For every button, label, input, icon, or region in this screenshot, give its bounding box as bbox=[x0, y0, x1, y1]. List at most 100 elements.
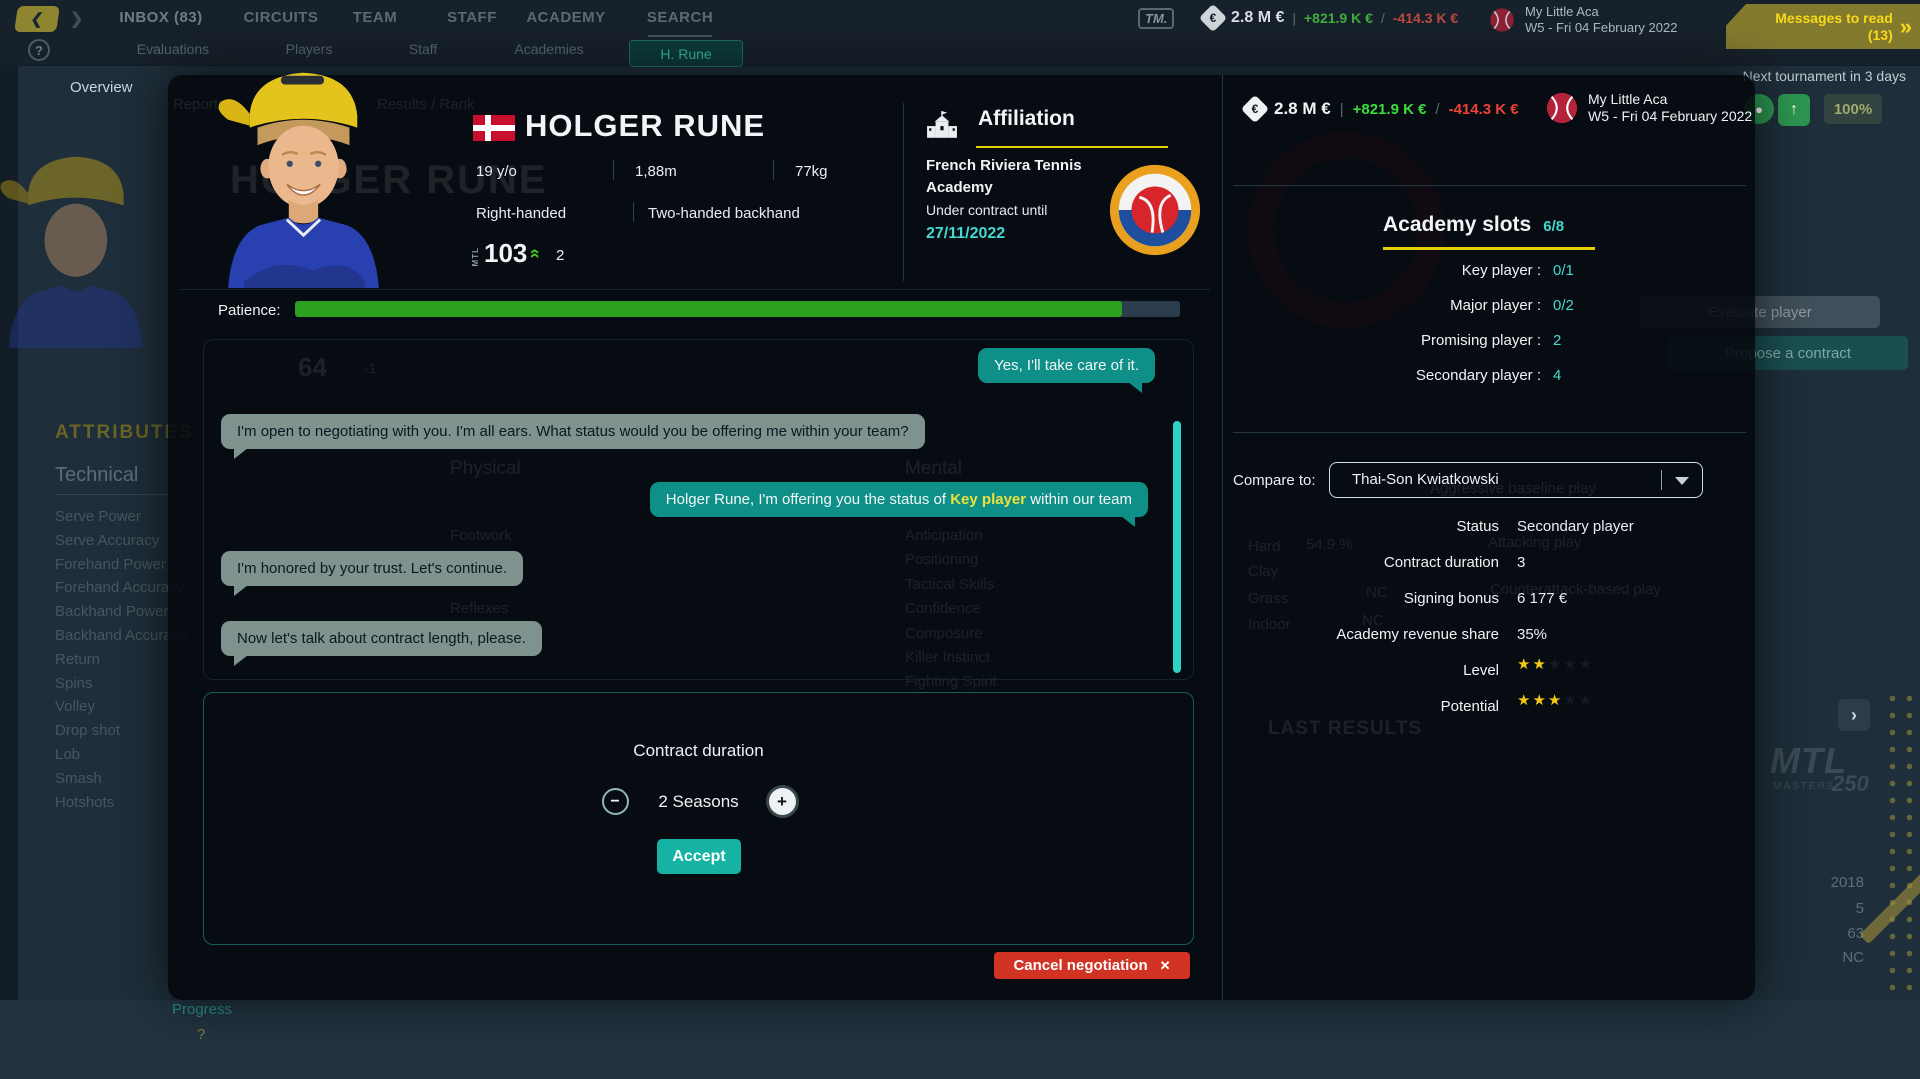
divider bbox=[1661, 470, 1662, 490]
affiliation-title: Affiliation bbox=[978, 107, 1075, 131]
progress-label: Progress bbox=[172, 1001, 232, 1018]
subnav-evaluations[interactable]: Evaluations bbox=[137, 41, 209, 57]
cancel-negotiation-button[interactable]: Cancel negotiation ✕ bbox=[994, 952, 1190, 979]
slot-value: 0/2 bbox=[1553, 295, 1643, 317]
chat-text: I'm honored by your trust. Let's continu… bbox=[237, 560, 507, 577]
forward-icon[interactable]: ❯ bbox=[70, 9, 83, 29]
subnav-players[interactable]: Players bbox=[286, 41, 333, 57]
close-icon: ✕ bbox=[1160, 958, 1171, 974]
slot-value: 0/1 bbox=[1553, 260, 1643, 282]
chat-message-player: Yes, I'll take care of it. bbox=[978, 348, 1155, 383]
tennis-ball-icon bbox=[1488, 6, 1516, 34]
panel-academy-summary: My Little Aca W5 - Fri 04 February 2022 bbox=[1545, 91, 1752, 125]
comparison-stats: Status Secondary player Contract duratio… bbox=[1237, 515, 1747, 719]
career-value: 2018 bbox=[1831, 874, 1864, 891]
chat-message-player: Holger Rune, I'm offering you the status… bbox=[650, 482, 1148, 517]
divider bbox=[773, 160, 774, 180]
slot-label: Key player : bbox=[1283, 260, 1541, 282]
divider bbox=[633, 202, 634, 222]
attribute-item: Serve Accuracy bbox=[55, 529, 187, 553]
star-icon-empty: ★★★ bbox=[1548, 656, 1594, 673]
duration-stepper: − 2 Seasons + bbox=[204, 788, 1193, 815]
nav-tab-search[interactable]: SEARCH bbox=[647, 9, 713, 26]
up-arrow-icon: ↑ bbox=[1778, 94, 1810, 126]
top-bar: ❮ ❯ INBOX (83) CIRCUITS TEAM STAFF ACADE… bbox=[0, 0, 1920, 66]
balance: 2.8 M € bbox=[1274, 99, 1331, 119]
duration-value: 2 Seasons bbox=[653, 792, 745, 812]
accept-button[interactable]: Accept bbox=[657, 839, 741, 874]
attribute-item: Forehand Accuracy bbox=[55, 576, 187, 600]
chat-scrollbar[interactable] bbox=[1173, 421, 1181, 673]
next-tournament-label: Next tournament in 3 days bbox=[1743, 68, 1906, 84]
messages-count: (13) bbox=[1775, 27, 1893, 44]
star-icon-filled: ★★ bbox=[1517, 656, 1548, 673]
divider bbox=[1233, 185, 1746, 186]
academy-slots-title: Academy slots bbox=[1383, 213, 1531, 237]
affiliation-underline bbox=[976, 146, 1168, 148]
back-glyph: ❮ bbox=[29, 10, 44, 28]
academy-summary: My Little Aca W5 - Fri 04 February 2022 bbox=[1488, 4, 1677, 36]
slot-value: 2 bbox=[1553, 330, 1643, 352]
attribute-item: Forehand Power bbox=[55, 553, 187, 577]
income: +821.9 K € bbox=[1304, 10, 1373, 26]
mtl-logo-sub: MASTERS bbox=[1773, 781, 1835, 792]
nav-tab-inbox[interactable]: INBOX (83) bbox=[119, 9, 202, 26]
income: +821.9 K € bbox=[1353, 101, 1427, 118]
patience-label: Patience: bbox=[218, 302, 281, 319]
stat-label: Academy revenue share bbox=[1237, 623, 1499, 647]
chevron-down-icon bbox=[1675, 477, 1689, 485]
plus-button[interactable]: + bbox=[769, 788, 796, 815]
slot-value: 4 bbox=[1553, 365, 1643, 387]
progress-question: ? bbox=[197, 1026, 205, 1043]
contract-duration-panel: Contract duration − 2 Seasons + Accept bbox=[203, 692, 1194, 945]
attribute-item: Spins bbox=[55, 672, 187, 696]
attribute-item: Return bbox=[55, 648, 187, 672]
tab-overview[interactable]: Overview bbox=[70, 79, 133, 96]
expense: -414.3 K € bbox=[1449, 101, 1519, 118]
balance: 2.8 M € bbox=[1231, 9, 1284, 27]
stat-value: Secondary player bbox=[1517, 515, 1747, 539]
rank-change: 2 bbox=[556, 247, 564, 264]
academy-name: My Little Aca bbox=[1588, 91, 1752, 108]
academy-slots-list: Key player : 0/1 Major player : 0/2 Prom… bbox=[1283, 260, 1643, 387]
back-icon[interactable]: ❮ bbox=[14, 6, 60, 32]
star-icon-filled: ★★★ bbox=[1517, 692, 1563, 709]
academy-slots-count: 6/8 bbox=[1543, 218, 1564, 235]
bottom-strip bbox=[0, 1000, 1920, 1079]
messages-label: Messages to read bbox=[1775, 10, 1893, 27]
attributes-list: Serve Power Serve Accuracy Forehand Powe… bbox=[55, 505, 187, 814]
tab-h-rune[interactable]: H. Rune bbox=[629, 40, 743, 67]
modal-left: HOLGER RUNE 19 y/o 1,88m 77kg Right-hand… bbox=[168, 75, 1222, 1000]
slot-label: Promising player : bbox=[1283, 330, 1541, 352]
stat-value: 6 177 € bbox=[1517, 587, 1747, 611]
rank-label: MTL bbox=[471, 247, 480, 266]
help-icon[interactable]: ? bbox=[28, 39, 50, 61]
chevron-right-icon[interactable]: › bbox=[1838, 699, 1870, 731]
chat-text: Yes, I'll take care of it. bbox=[994, 357, 1139, 374]
cancel-label: Cancel negotiation bbox=[1013, 957, 1147, 974]
tennis-ball-icon bbox=[1545, 91, 1579, 125]
player-backhand: Two-handed backhand bbox=[648, 205, 800, 222]
player-weight: 77kg bbox=[795, 163, 828, 180]
nav-tab-circuits[interactable]: CIRCUITS bbox=[244, 9, 319, 26]
search-tab-underline bbox=[648, 35, 712, 37]
expense: -414.3 K € bbox=[1393, 10, 1458, 26]
ghost-player-photo bbox=[0, 148, 180, 348]
app-screen: ❮ ❯ INBOX (83) CIRCUITS TEAM STAFF ACADE… bbox=[0, 0, 1920, 1079]
subnav-academies[interactable]: Academies bbox=[514, 41, 583, 57]
minus-button[interactable]: − bbox=[602, 788, 629, 815]
compare-dropdown[interactable]: Thai-Son Kwiatkowski bbox=[1329, 462, 1703, 498]
separator: / bbox=[1381, 10, 1385, 26]
messages-banner[interactable]: Messages to read (13) » bbox=[1726, 4, 1920, 49]
chat-text: I'm open to negotiating with you. I'm al… bbox=[237, 423, 909, 440]
contract-until-date: 27/11/2022 bbox=[926, 225, 1005, 243]
level-stars: ★★★★★ bbox=[1517, 653, 1747, 683]
affiliation-academy-logo bbox=[1106, 161, 1204, 259]
subnav-staff[interactable]: Staff bbox=[409, 41, 438, 57]
nav-tab-academy[interactable]: ACADEMY bbox=[526, 9, 605, 26]
nav-tab-staff[interactable]: STAFF bbox=[447, 9, 497, 26]
nav-tab-team[interactable]: TEAM bbox=[353, 9, 398, 26]
chat-area: Yes, I'll take care of it. I'm open to n… bbox=[203, 339, 1194, 680]
fitness-percent: 100% bbox=[1824, 94, 1882, 124]
academy-slots-underline bbox=[1383, 247, 1595, 250]
